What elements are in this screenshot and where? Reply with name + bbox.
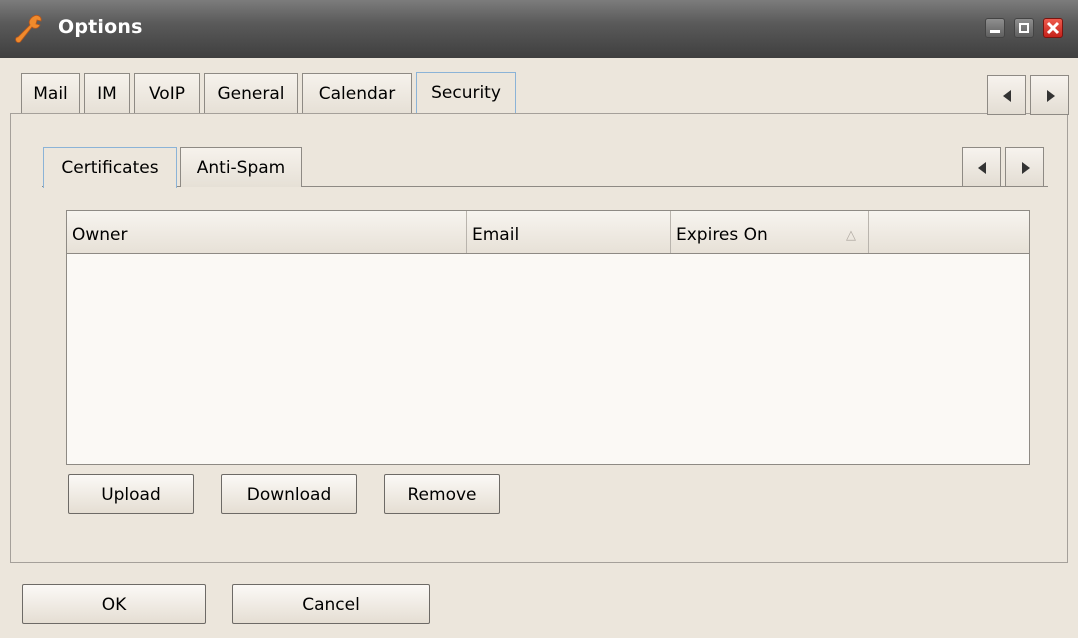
inner-tab-scroll [962, 147, 1046, 187]
maximize-button[interactable] [1014, 18, 1034, 38]
tab-label: Certificates [61, 158, 159, 178]
window-title: Options [58, 16, 143, 38]
tab-general[interactable]: General [204, 73, 298, 113]
chevron-right-icon [1022, 162, 1030, 174]
button-label: Cancel [302, 595, 360, 615]
button-label: Download [246, 485, 332, 505]
tab-im[interactable]: IM [84, 73, 130, 113]
minimize-button[interactable] [985, 18, 1005, 38]
minimize-icon [990, 30, 1000, 33]
table-body [67, 254, 1029, 464]
close-button[interactable] [1043, 18, 1063, 38]
column-header-expires-on[interactable]: Expires On △ [671, 211, 869, 253]
button-label: Remove [407, 485, 477, 505]
remove-button[interactable]: Remove [384, 474, 500, 514]
column-header-owner[interactable]: Owner [67, 211, 467, 253]
column-label: Expires On [676, 225, 768, 245]
tab-label: Mail [33, 84, 68, 104]
tab-calendar[interactable]: Calendar [302, 73, 412, 113]
tab-voip[interactable]: VoIP [134, 73, 200, 113]
inner-tab-scroll-left-button[interactable] [962, 147, 1001, 187]
download-button[interactable]: Download [221, 474, 357, 514]
sort-ascending-icon: △ [846, 228, 856, 243]
tab-label: VoIP [149, 84, 185, 104]
maximize-icon [1019, 23, 1029, 33]
wrench-icon [15, 14, 42, 43]
tab-scroll-left-button[interactable] [987, 75, 1026, 115]
options-window: Options Mail IM VoIP General Calendar Se… [0, 0, 1078, 638]
chevron-left-icon [1003, 90, 1011, 102]
tab-label: Anti-Spam [196, 158, 286, 178]
tab-label: IM [97, 84, 117, 104]
tab-label: Security [431, 83, 501, 103]
close-icon [1046, 21, 1060, 35]
column-header-extra[interactable] [869, 211, 1029, 253]
title-bar[interactable]: Options [0, 0, 1078, 58]
table-header: Owner Email Expires On △ [67, 211, 1029, 254]
tab-label: Calendar [318, 84, 396, 104]
tab-mail[interactable]: Mail [21, 73, 80, 113]
upload-button[interactable]: Upload [68, 474, 194, 514]
column-label: Owner [72, 225, 128, 245]
tab-label: General [217, 84, 285, 104]
tab-anti-spam[interactable]: Anti-Spam [180, 147, 302, 187]
tab-scroll-right-button[interactable] [1030, 75, 1069, 115]
column-label: Email [472, 225, 520, 245]
outer-tab-scroll [987, 75, 1071, 115]
chevron-left-icon [978, 162, 986, 174]
button-label: OK [101, 595, 127, 615]
button-label: Upload [101, 485, 161, 505]
certificates-table[interactable]: Owner Email Expires On △ [66, 210, 1030, 465]
tab-security[interactable]: Security [416, 72, 516, 113]
chevron-right-icon [1047, 90, 1055, 102]
tab-certificates[interactable]: Certificates [43, 147, 177, 188]
ok-button[interactable]: OK [22, 584, 206, 624]
inner-tab-scroll-right-button[interactable] [1005, 147, 1044, 187]
column-header-email[interactable]: Email [467, 211, 671, 253]
cancel-button[interactable]: Cancel [232, 584, 430, 624]
